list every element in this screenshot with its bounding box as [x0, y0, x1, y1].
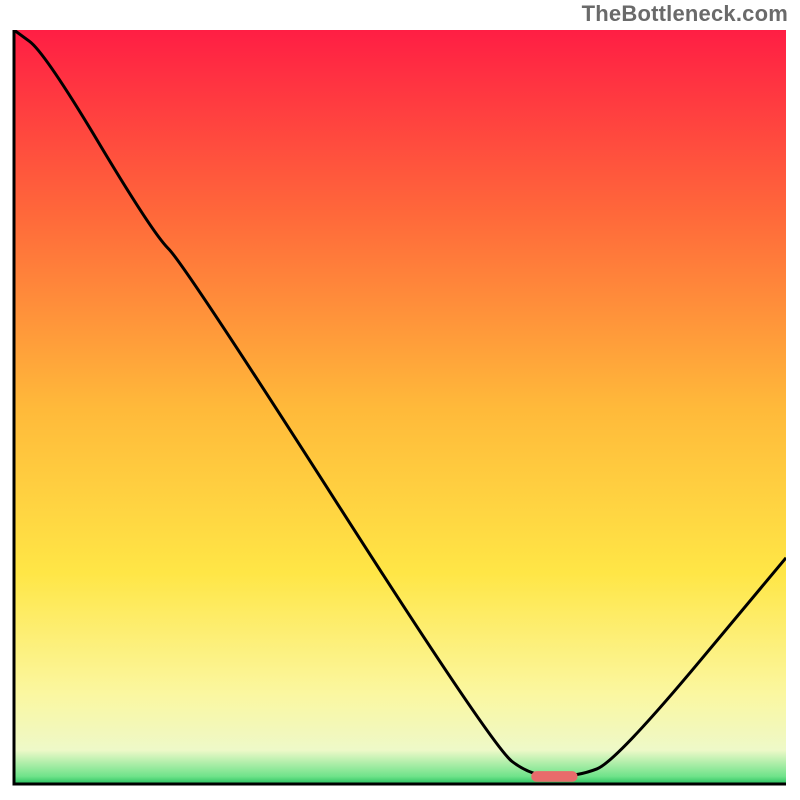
watermark-label: TheBottleneck.com — [582, 1, 788, 27]
optimal-marker — [531, 771, 577, 782]
plot-area — [14, 30, 786, 784]
bottleneck-chart — [0, 0, 800, 800]
chart-container: TheBottleneck.com — [0, 0, 800, 800]
gradient-background — [14, 30, 786, 784]
